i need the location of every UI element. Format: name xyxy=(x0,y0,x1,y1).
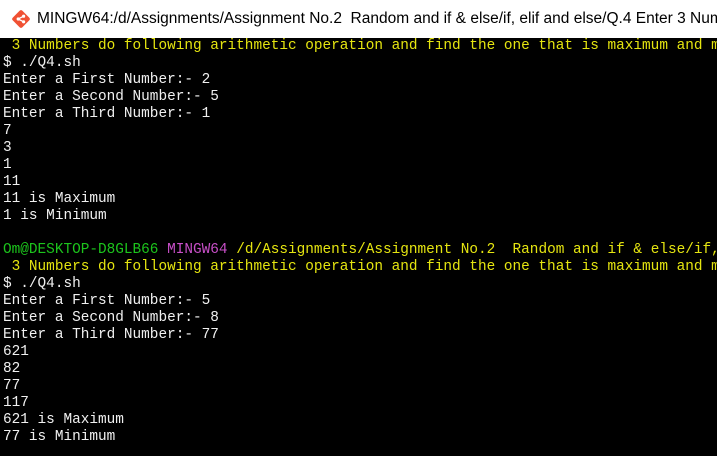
output-line: 11 xyxy=(3,174,21,190)
output-line: 7 xyxy=(3,123,12,139)
terminal-window: MINGW64:/d/Assignments/Assignment No.2 R… xyxy=(0,0,717,456)
output-line: 1 xyxy=(3,157,12,173)
output-line: 3 xyxy=(3,140,12,156)
output-line: 77 xyxy=(3,378,21,394)
output-line: 621 xyxy=(3,344,29,360)
output-line: 117 xyxy=(3,395,29,411)
output-line: 1 is Minimum xyxy=(3,208,107,224)
prompt-user-host: Om@DESKTOP-D8GLB66 xyxy=(3,242,159,258)
output-line: Enter a First Number:- 2 xyxy=(3,72,211,88)
prompt-path-continuation: 3 Numbers do following arithmetic operat… xyxy=(3,38,717,54)
output-line: 11 is Maximum xyxy=(3,191,116,207)
prompt-line: Om@DESKTOP-D8GLB66 MINGW64 /d/Assignment… xyxy=(3,242,717,259)
window-title: MINGW64:/d/Assignments/Assignment No.2 R… xyxy=(37,10,717,27)
terminal-output[interactable]: 3 Numbers do following arithmetic operat… xyxy=(3,38,717,456)
prompt-path: /d/Assignments/Assignment No.2 Random an… xyxy=(236,242,717,258)
output-line: 77 is Minimum xyxy=(3,429,116,445)
prompt-path-continuation: 3 Numbers do following arithmetic operat… xyxy=(3,259,717,275)
output-line: Enter a Third Number:- 77 xyxy=(3,327,219,343)
command-line: $ ./Q4.sh xyxy=(3,276,81,292)
output-line: Enter a Third Number:- 1 xyxy=(3,106,211,122)
prompt-env: MINGW64 xyxy=(167,242,228,258)
title-bar[interactable]: MINGW64:/d/Assignments/Assignment No.2 R… xyxy=(0,0,717,38)
output-line: 621 is Maximum xyxy=(3,412,124,428)
output-line: Enter a Second Number:- 8 xyxy=(3,310,219,326)
command-line: $ ./Q4.sh xyxy=(3,55,81,71)
output-line: 82 xyxy=(3,361,21,377)
output-line: Enter a First Number:- 5 xyxy=(3,293,211,309)
git-bash-icon xyxy=(10,8,32,30)
output-line: Enter a Second Number:- 5 xyxy=(3,89,219,105)
